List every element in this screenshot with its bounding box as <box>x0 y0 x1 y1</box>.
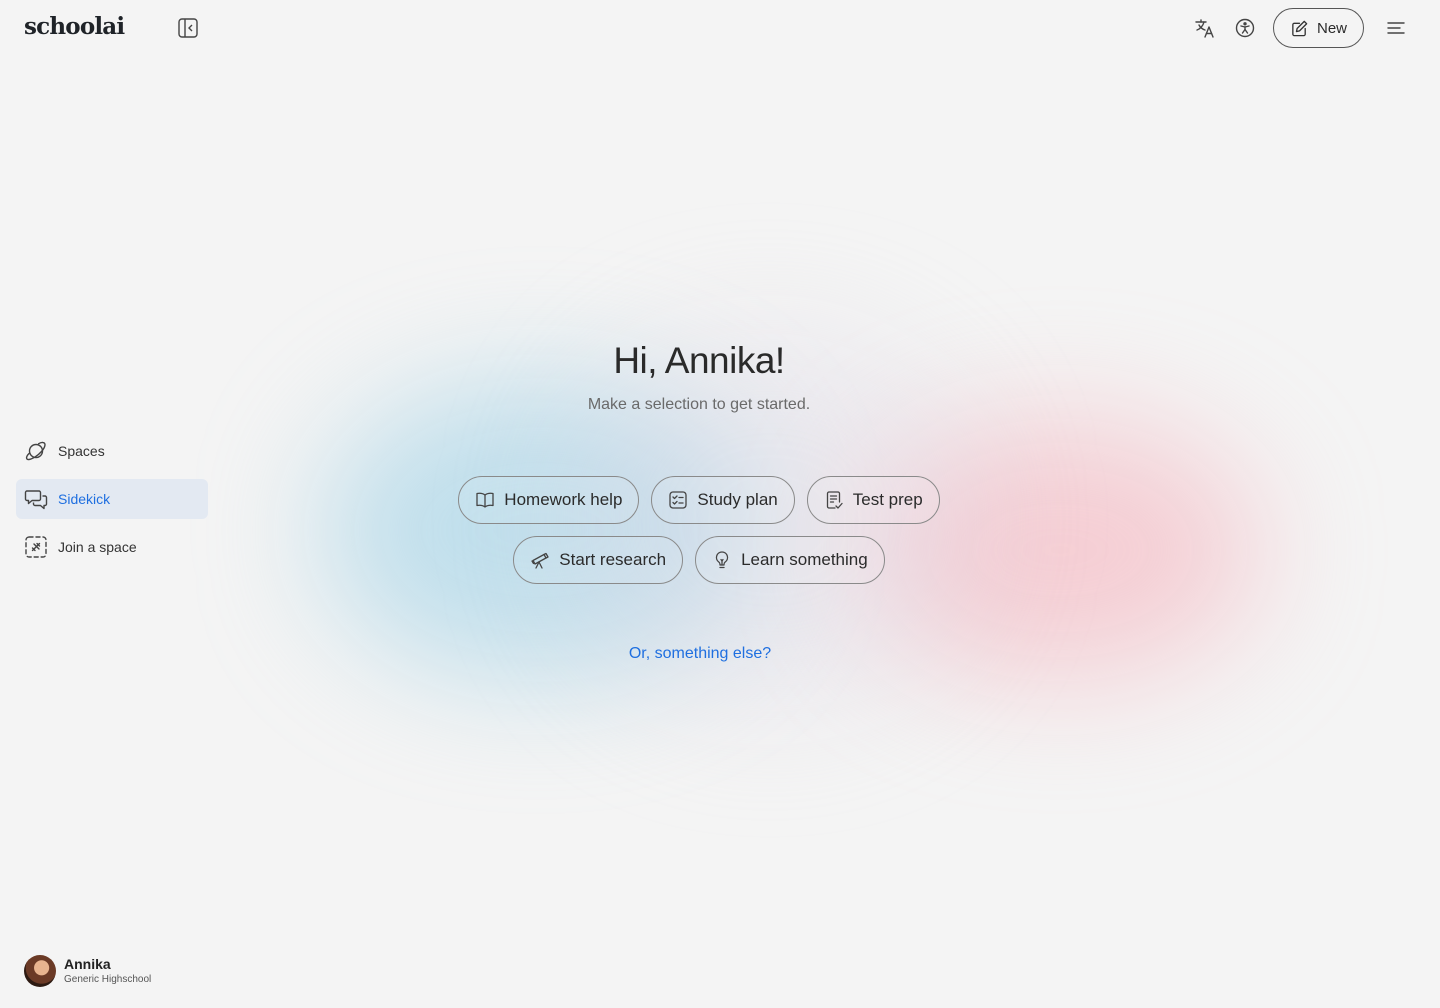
translate-button[interactable] <box>1185 8 1225 48</box>
chip-label: Study plan <box>697 490 778 509</box>
homework-help-button[interactable]: Homework help <box>458 476 640 524</box>
document-check-icon <box>826 491 843 509</box>
greeting-subtitle: Make a selection to get started. <box>587 396 811 413</box>
lightbulb-icon <box>715 551 729 569</box>
learn-something-button[interactable]: Learn something <box>695 536 885 584</box>
start-research-button[interactable]: Start research <box>513 536 684 584</box>
logo[interactable]: schoolai <box>24 13 125 40</box>
user-profile[interactable]: Annika Generic Highschool <box>24 955 151 987</box>
user-name: Annika <box>64 956 111 972</box>
chip-label: Test prep <box>852 490 923 509</box>
logo-text: schoolai <box>24 13 125 40</box>
top-right-toolbar: New <box>1185 8 1416 48</box>
options-row-1: Homework help Study plan Test prep <box>0 476 1398 524</box>
chip-label: Homework help <box>504 490 623 509</box>
something-else-link[interactable]: Or, something else? <box>0 645 1400 663</box>
book-open-icon <box>476 492 494 508</box>
new-button-label: New <box>1316 19 1347 37</box>
sidebar-item-label: Spaces <box>58 443 105 459</box>
accessibility-button[interactable] <box>1225 8 1265 48</box>
telescope-icon <box>531 552 549 569</box>
hamburger-menu-icon <box>1387 22 1405 34</box>
user-school: Generic Highschool <box>64 974 152 985</box>
sidebar-item-spaces[interactable]: Spaces <box>16 431 208 471</box>
options-row-2: Start research Learn something <box>0 536 1398 584</box>
chip-label: Start research <box>559 550 667 569</box>
user-info: Annika Generic Highschool <box>64 956 151 986</box>
collapse-sidebar-button[interactable] <box>176 16 200 40</box>
edit-icon <box>1292 20 1308 36</box>
study-plan-button[interactable]: Study plan <box>651 476 795 524</box>
new-button[interactable]: New <box>1272 8 1364 48</box>
avatar <box>24 955 56 987</box>
menu-button[interactable] <box>1376 8 1416 48</box>
background-glow-blue <box>320 380 760 680</box>
chip-label: Learn something <box>741 550 868 569</box>
test-prep-button[interactable]: Test prep <box>806 476 940 524</box>
planet-icon <box>25 441 46 461</box>
greeting-heading: Hi, Annika! <box>613 340 785 381</box>
translate-icon <box>1195 19 1214 38</box>
checklist-icon <box>669 491 688 509</box>
accessibility-icon <box>1235 18 1255 38</box>
sidebar-collapse-icon <box>178 18 198 38</box>
app-root: schoolai New Spaces Sidekick Join a spac… <box>0 0 1440 1008</box>
